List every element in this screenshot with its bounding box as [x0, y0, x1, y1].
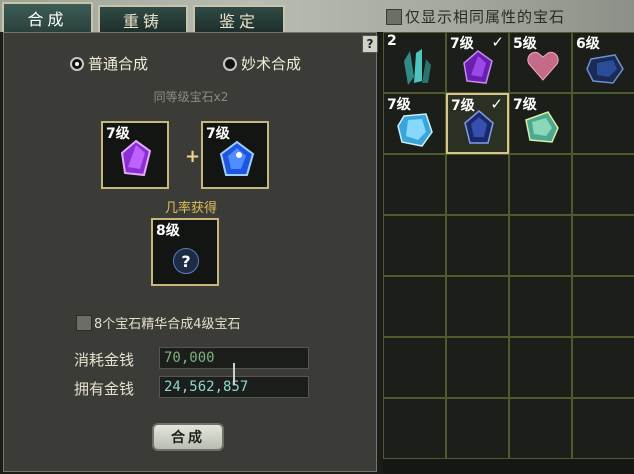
- radio-selected-icon: [70, 56, 84, 71]
- inventory-slot-empty[interactable]: [509, 337, 572, 398]
- gem-inventory-grid: 2 7级 ✓ 5级 6级 7级 7级 ✓ 7级: [383, 32, 634, 474]
- slot-level: 2: [387, 33, 397, 49]
- inventory-slot-empty[interactable]: [509, 276, 572, 337]
- help-button[interactable]: ?: [362, 35, 378, 53]
- inventory-slot-empty[interactable]: [572, 337, 634, 398]
- same-level-caption: 同等级宝石x2: [153, 90, 229, 104]
- inventory-slot[interactable]: 2: [383, 32, 446, 93]
- probability-label: 几率获得: [164, 201, 217, 216]
- inventory-slot-empty[interactable]: [383, 337, 446, 398]
- inventory-slot-empty[interactable]: [383, 276, 446, 337]
- inventory-slot-empty[interactable]: [446, 337, 509, 398]
- inventory-slot[interactable]: 7级 ✓: [446, 32, 509, 93]
- tab-appraise[interactable]: 鉴定: [193, 5, 285, 32]
- ice-blue-gem-icon: [397, 113, 433, 147]
- inventory-slot[interactable]: 6级: [572, 32, 634, 93]
- inventory-slot-empty[interactable]: [572, 215, 634, 276]
- synthesize-button[interactable]: 合成: [152, 423, 224, 451]
- owned-label: 拥有金钱: [74, 380, 135, 398]
- dark-blue-gem-icon: [586, 54, 624, 84]
- mode-special-label: 妙术合成: [241, 55, 302, 73]
- inventory-slot-empty[interactable]: [509, 215, 572, 276]
- inventory-slot-empty[interactable]: [572, 398, 634, 459]
- inventory-slot-empty[interactable]: [383, 215, 446, 276]
- radio-unselected-icon: [223, 56, 237, 71]
- purple-gem-icon: [120, 139, 152, 177]
- navy-gem-icon: [464, 110, 494, 144]
- inventory-slot-empty[interactable]: [446, 276, 509, 337]
- inventory-slot-empty[interactable]: [509, 398, 572, 459]
- pink-heart-gem-icon: [527, 51, 559, 81]
- input-slot-2[interactable]: 7级: [201, 121, 269, 189]
- tab-synthesize[interactable]: 合成: [2, 2, 93, 32]
- green-gem-icon: [525, 111, 559, 143]
- tab-recast[interactable]: 重铸: [98, 5, 188, 32]
- inventory-slot-empty[interactable]: [572, 276, 634, 337]
- same-attribute-checkbox[interactable]: [386, 9, 402, 25]
- plus-sign: +: [185, 146, 201, 167]
- text-cursor-icon: [233, 363, 235, 385]
- inventory-slot[interactable]: 7级: [509, 93, 572, 154]
- same-attribute-label: 仅显示相同属性的宝石: [405, 8, 566, 26]
- mode-normal-radio[interactable]: 普通合成: [70, 53, 148, 74]
- result-slot: 8级 ?: [151, 218, 219, 286]
- inventory-slot-empty[interactable]: [572, 154, 634, 215]
- inventory-slot-empty[interactable]: [383, 154, 446, 215]
- synthesis-panel: ? 普通合成 妙术合成 同等级宝石x2 7级 + 7级 几率获得 8级 ? 8个…: [3, 32, 378, 472]
- inventory-slot-empty[interactable]: [446, 215, 509, 276]
- teal-crystal-icon: [404, 49, 431, 85]
- inventory-slot-empty[interactable]: [446, 398, 509, 459]
- mode-normal-label: 普通合成: [88, 55, 149, 73]
- inventory-slot-empty[interactable]: [572, 93, 634, 154]
- slot-level: 8级: [156, 223, 180, 239]
- essence-checkbox[interactable]: [76, 315, 92, 331]
- inventory-slot-empty[interactable]: [509, 154, 572, 215]
- slot-level: 6级: [576, 36, 600, 52]
- input-slot-1[interactable]: 7级: [101, 121, 169, 189]
- mode-special-radio[interactable]: 妙术合成: [223, 53, 301, 74]
- blue-gem-icon: [219, 140, 255, 176]
- inventory-slot[interactable]: 5级: [509, 32, 572, 93]
- purple-gem-icon: [463, 50, 493, 84]
- essence-label: 8个宝石精华合成4级宝石: [94, 317, 241, 332]
- inventory-slot-empty[interactable]: [446, 154, 509, 215]
- unknown-result-icon: ?: [173, 248, 199, 274]
- inventory-slot-empty[interactable]: [383, 398, 446, 459]
- cost-label: 消耗金钱: [74, 351, 135, 369]
- inventory-slot-selected[interactable]: 7级 ✓: [446, 93, 509, 154]
- inventory-slot[interactable]: 7级: [383, 93, 446, 154]
